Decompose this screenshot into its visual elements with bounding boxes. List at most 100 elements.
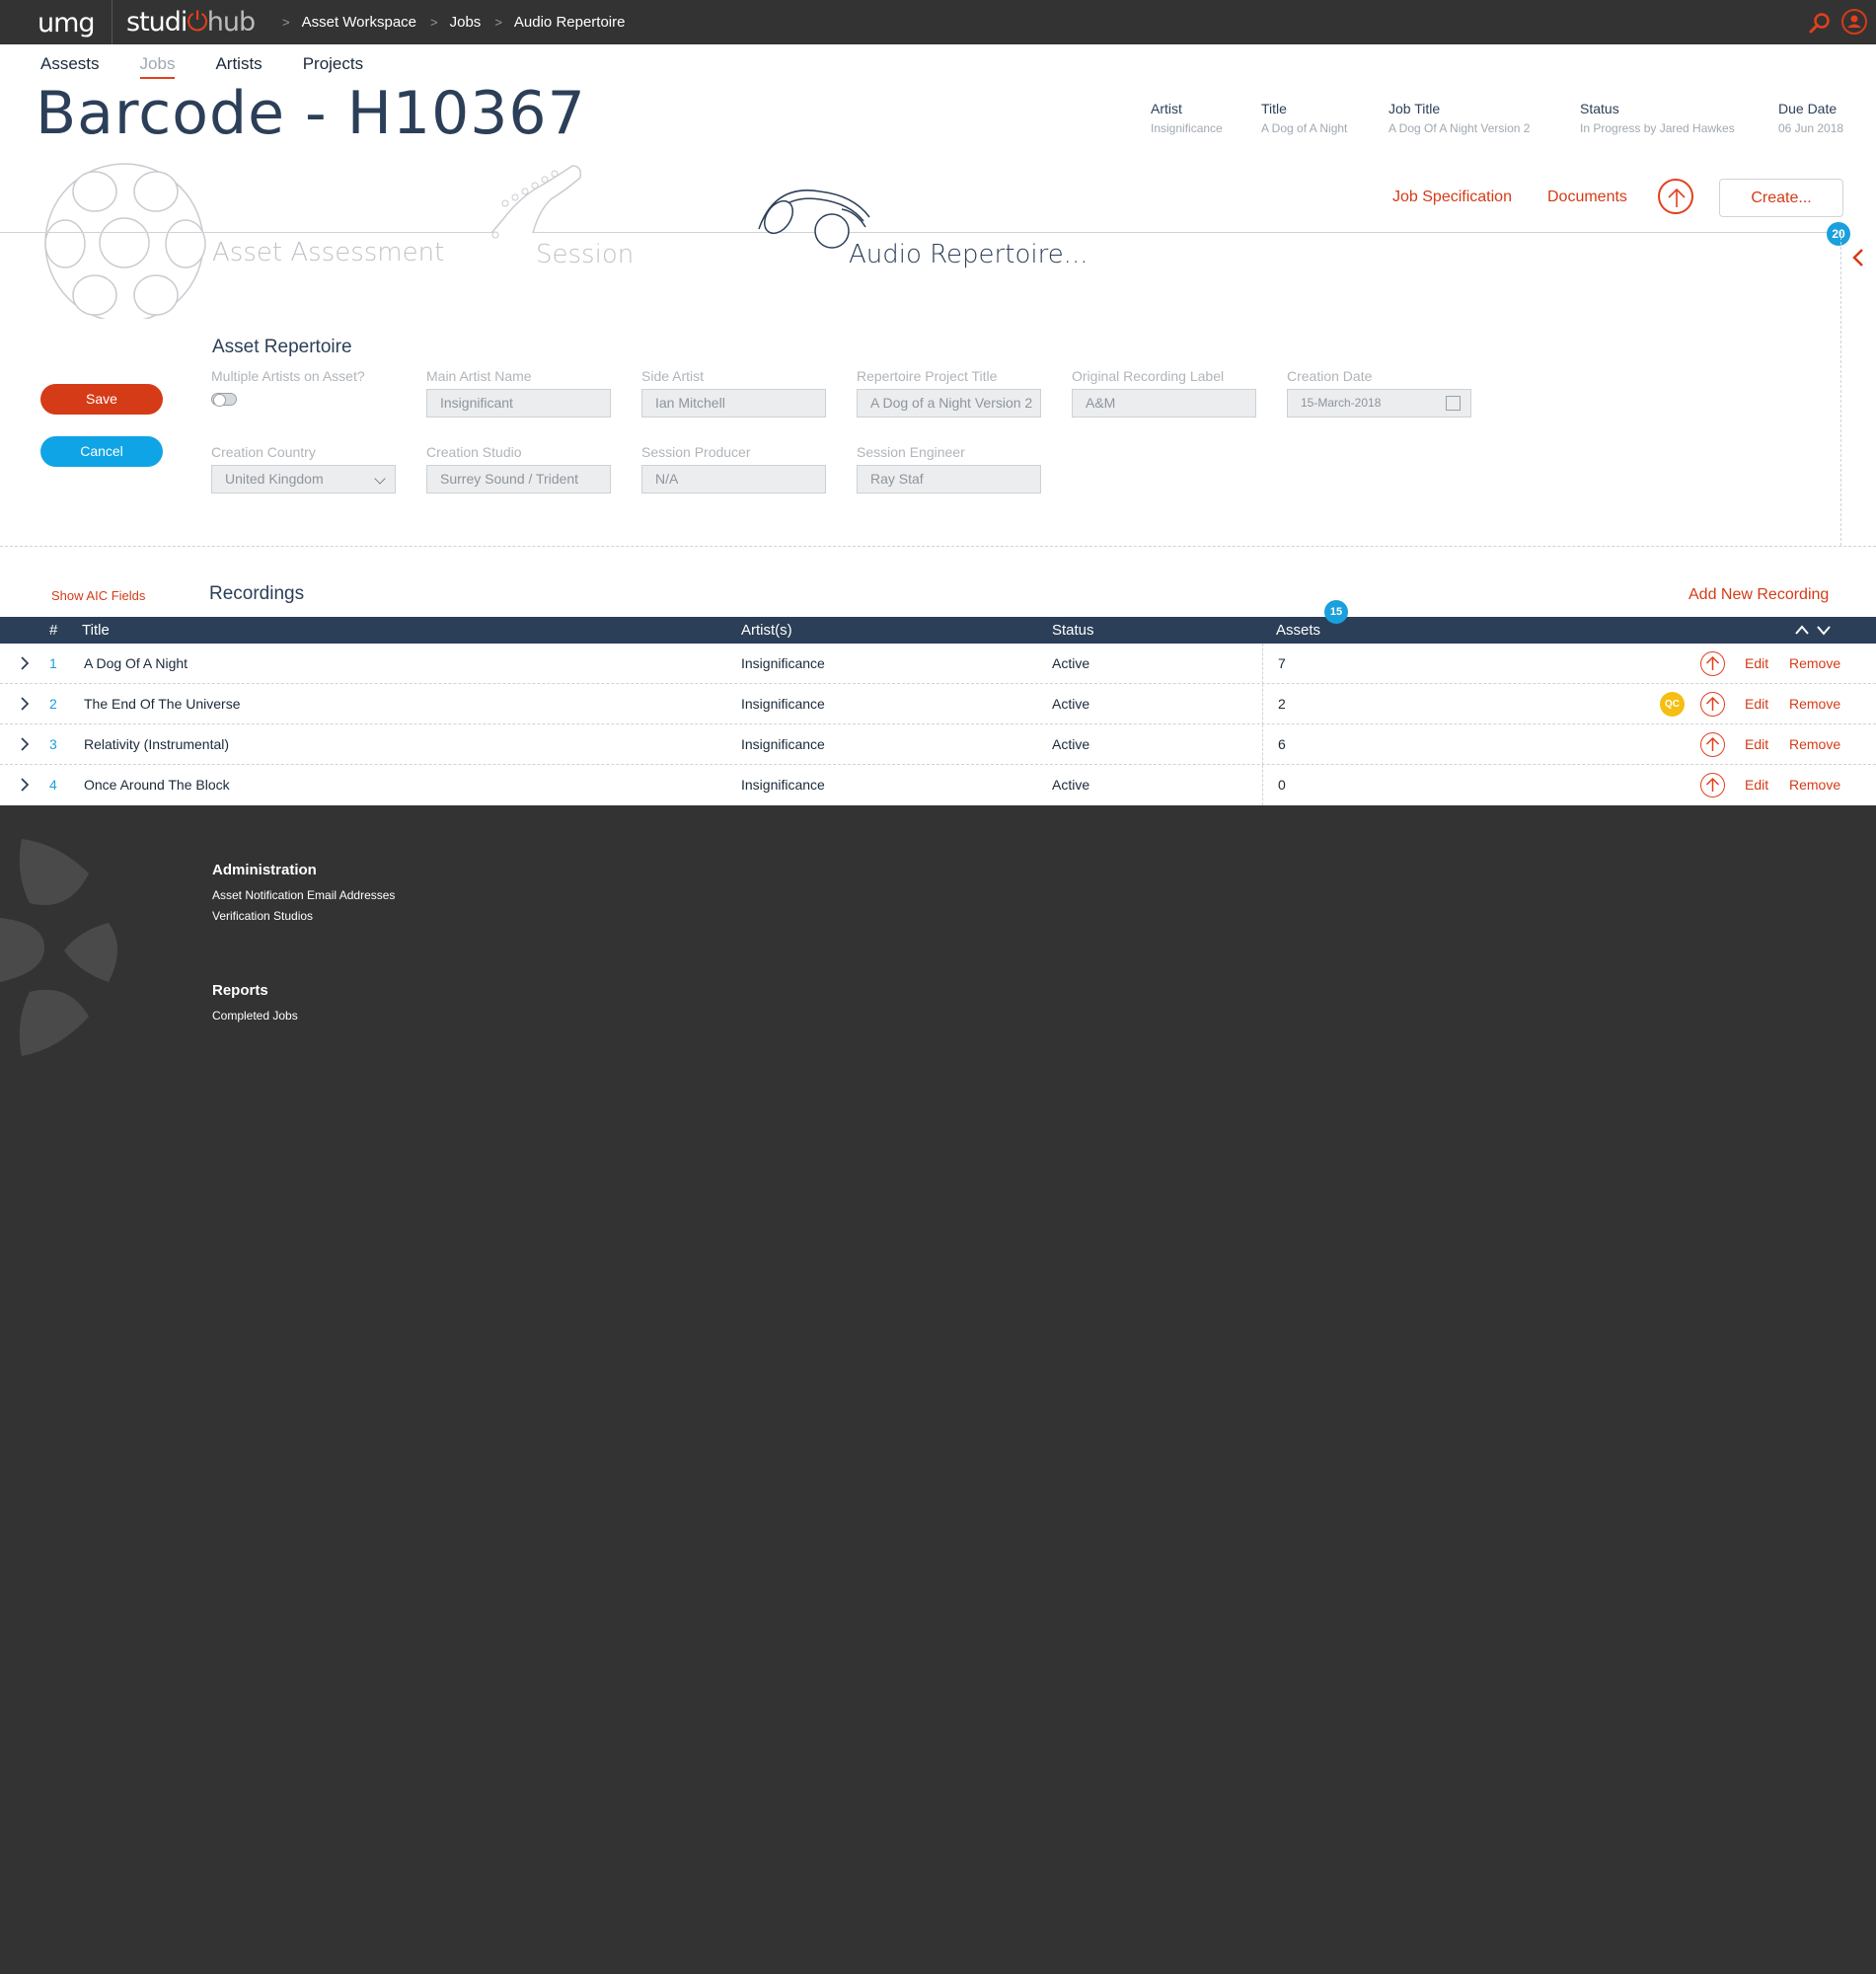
row-remove-link[interactable]: Remove	[1789, 777, 1840, 793]
job-specification-link[interactable]: Job Specification	[1392, 189, 1512, 206]
create-button[interactable]: Create...	[1719, 179, 1843, 217]
search-icon[interactable]	[1808, 11, 1832, 35]
table-row[interactable]: 3 Relativity (Instrumental) Insignifican…	[0, 724, 1876, 765]
step-session[interactable]: Session	[536, 240, 634, 269]
row-title: A Dog Of A Night	[84, 655, 188, 671]
session-producer-field[interactable]: N/A	[641, 465, 826, 494]
table-row[interactable]: 1 A Dog Of A Night Insignificance Active…	[0, 644, 1876, 684]
chevron-right-icon[interactable]	[20, 778, 29, 792]
multiple-artists-toggle[interactable]	[211, 393, 237, 407]
multiple-artists-label: Multiple Artists on Asset?	[211, 368, 365, 384]
col-assets[interactable]: Assets	[1276, 622, 1320, 639]
footer-link-completed-jobs[interactable]: Completed Jobs	[212, 1009, 298, 1023]
row-title: Relativity (Instrumental)	[84, 736, 230, 752]
breadcrumb: > Asset Workspace > Jobs > Audio Reperto…	[268, 14, 625, 31]
row-artist: Insignificance	[741, 777, 825, 793]
row-edit-link[interactable]: Edit	[1745, 696, 1768, 712]
creation-date-value: 15-March-2018	[1301, 396, 1382, 410]
show-aic-fields-link[interactable]: Show AIC Fields	[51, 588, 145, 603]
nav-artists[interactable]: Artists	[215, 54, 262, 79]
panel-divider	[1840, 232, 1841, 546]
step-audio-repertoire[interactable]: Audio Repertoire...	[849, 240, 1088, 269]
meta-status-value: In Progress by Jared Hawkes	[1580, 121, 1735, 135]
column-divider	[1262, 684, 1263, 724]
side-artist-field[interactable]: Ian Mitchell	[641, 389, 826, 418]
creation-country-select[interactable]: United Kingdom	[211, 465, 396, 494]
footer-administration-title: Administration	[212, 862, 317, 878]
row-upload-button[interactable]	[1700, 651, 1725, 676]
nav-projects[interactable]: Projects	[303, 54, 363, 79]
row-edit-link[interactable]: Edit	[1745, 736, 1768, 752]
assets-count-badge: 15	[1324, 600, 1348, 624]
user-icon[interactable]	[1841, 9, 1867, 35]
footer-reel-logo	[0, 839, 117, 1056]
recordings-title: Recordings	[209, 583, 305, 604]
save-button[interactable]: Save	[40, 384, 163, 415]
row-artist: Insignificance	[741, 736, 825, 752]
row-remove-link[interactable]: Remove	[1789, 736, 1840, 752]
row-status: Active	[1052, 777, 1090, 793]
repertoire-project-title-field[interactable]: A Dog of a Night Version 2	[857, 389, 1041, 418]
footer-reports-title: Reports	[212, 982, 268, 999]
documents-link[interactable]: Documents	[1547, 189, 1627, 206]
main-artist-field[interactable]: Insignificant	[426, 389, 611, 418]
footer-link-asset-notification[interactable]: Asset Notification Email Addresses	[212, 888, 395, 902]
row-edit-link[interactable]: Edit	[1745, 777, 1768, 793]
cancel-button[interactable]: Cancel	[40, 436, 163, 467]
row-upload-button[interactable]	[1700, 773, 1725, 797]
chevron-right-icon[interactable]	[20, 697, 29, 711]
row-artist: Insignificance	[741, 655, 825, 671]
row-upload-button[interactable]	[1700, 692, 1725, 717]
breadcrumb-jobs[interactable]: Jobs	[450, 14, 482, 31]
chevron-right-icon: >	[430, 15, 438, 30]
upload-button[interactable]	[1658, 179, 1693, 214]
chevron-left-icon[interactable]	[1851, 248, 1865, 267]
arrow-up-icon	[1668, 188, 1686, 207]
logo-studio-text: studi	[126, 7, 188, 38]
guitar-icon	[490, 165, 582, 239]
row-remove-link[interactable]: Remove	[1789, 655, 1840, 671]
meta-title-label: Title	[1261, 101, 1287, 116]
row-number: 1	[49, 655, 57, 671]
meta-due-date-value: 06 Jun 2018	[1778, 121, 1844, 135]
studiohub-logo[interactable]: studi⏻hub	[126, 7, 256, 38]
row-upload-button[interactable]	[1700, 732, 1725, 757]
row-status: Active	[1052, 736, 1090, 752]
asset-repertoire-title: Asset Repertoire	[212, 337, 352, 357]
row-status: Active	[1052, 655, 1090, 671]
table-row[interactable]: 4 Once Around The Block Insignificance A…	[0, 765, 1876, 805]
main-artist-label: Main Artist Name	[426, 368, 532, 384]
row-assets: 2	[1278, 696, 1286, 712]
col-title[interactable]: Title	[82, 622, 110, 639]
row-title: Once Around The Block	[84, 777, 230, 793]
col-status[interactable]: Status	[1052, 622, 1094, 639]
power-icon: ⏻	[187, 7, 207, 38]
chevron-right-icon[interactable]	[20, 656, 29, 670]
table-row[interactable]: 2 The End Of The Universe Insignificance…	[0, 684, 1876, 724]
qc-badge[interactable]: QC	[1660, 692, 1685, 717]
chevron-right-icon[interactable]	[20, 737, 29, 751]
row-edit-link[interactable]: Edit	[1745, 655, 1768, 671]
arrow-up-icon	[1705, 696, 1720, 711]
meta-status: Status In Progress by Jared Hawkes	[1580, 101, 1735, 135]
calendar-icon[interactable]	[1446, 396, 1461, 411]
breadcrumb-audio-repertoire[interactable]: Audio Repertoire	[514, 14, 626, 31]
column-divider	[1262, 644, 1263, 684]
original-recording-label-field[interactable]: A&M	[1072, 389, 1256, 418]
step-asset-assessment[interactable]: Asset Assessment	[212, 238, 444, 267]
sort-arrows-icon[interactable]	[1794, 623, 1834, 637]
breadcrumb-asset-workspace[interactable]: Asset Workspace	[302, 14, 416, 31]
nav-jobs[interactable]: Jobs	[139, 54, 176, 79]
row-remove-link[interactable]: Remove	[1789, 696, 1840, 712]
meta-title: Title A Dog of A Night	[1261, 101, 1347, 135]
add-new-recording-link[interactable]: Add New Recording	[1688, 586, 1829, 604]
umg-logo[interactable]: umg	[38, 8, 96, 38]
creation-studio-field[interactable]: Surrey Sound / Trident	[426, 465, 611, 494]
session-engineer-field[interactable]: Ray Staf	[857, 465, 1041, 494]
top-bar: umg studi⏻hub > Asset Workspace > Jobs >…	[0, 0, 1876, 44]
col-artists[interactable]: Artist(s)	[741, 622, 792, 639]
nav-assests[interactable]: Assests	[40, 54, 100, 79]
col-number[interactable]: #	[49, 622, 57, 639]
creation-date-field[interactable]: 15-March-2018	[1287, 389, 1471, 418]
footer-link-verification-studios[interactable]: Verification Studios	[212, 909, 313, 923]
